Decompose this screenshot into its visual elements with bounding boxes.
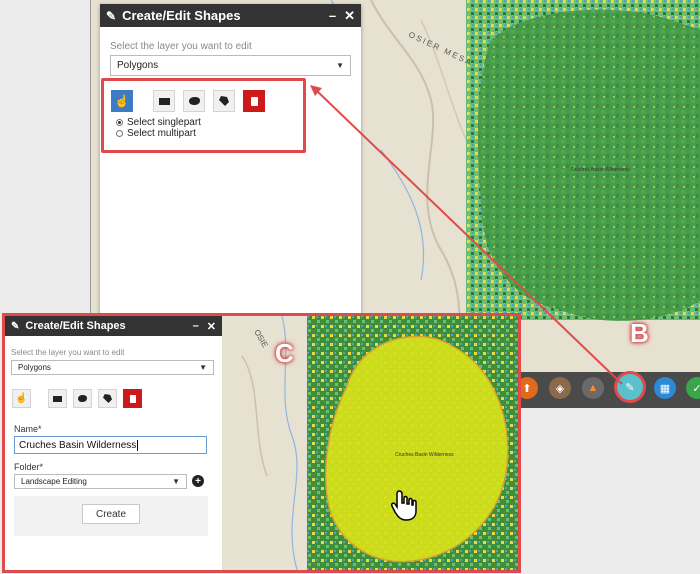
- name-label: Name*: [14, 424, 42, 434]
- delete-tool-button-inset[interactable]: [123, 389, 142, 408]
- layers-icon: ◈: [555, 382, 565, 395]
- select-tool-button-inset[interactable]: ☝: [12, 389, 31, 408]
- folder-select[interactable]: Landscape Editing ▼: [14, 474, 187, 489]
- inset-map[interactable]: [222, 316, 521, 570]
- badge-c: C: [275, 338, 294, 368]
- create-edit-panel-top: ✎ Create/Edit Shapes – ✕ Select the laye…: [100, 4, 361, 315]
- tool-row-inset: ☝: [12, 389, 142, 408]
- panel-header-top: ✎ Create/Edit Shapes – ✕: [100, 4, 361, 27]
- rectangle-tool-button-inset[interactable]: [48, 389, 67, 408]
- fire-icon: ▲: [587, 382, 599, 394]
- trash-icon: [129, 394, 136, 403]
- polygon-icon: [103, 394, 112, 403]
- layer-prompt-inset: Select the layer you want to edit: [11, 348, 125, 357]
- add-folder-button[interactable]: +: [192, 475, 204, 487]
- layer-select-inset[interactable]: Polygons ▼: [11, 360, 214, 375]
- layer-select-value-inset: Polygons: [18, 363, 51, 372]
- toolbar-layers-button[interactable]: ◈: [549, 377, 571, 399]
- minimize-button-inset[interactable]: –: [193, 320, 199, 332]
- freehand-polygon-tool-button-inset[interactable]: [73, 389, 92, 408]
- edit-shapes-icon: ✎: [11, 320, 20, 332]
- create-area: Create: [14, 496, 208, 536]
- badge-b: B: [630, 318, 649, 348]
- polygon-tool-button-inset[interactable]: [98, 389, 117, 408]
- panel-header-inset: ✎ Create/Edit Shapes – ✕: [5, 316, 222, 336]
- name-input-value: Cruches Basin Wilderness: [19, 439, 137, 451]
- chevron-down-icon: ▼: [199, 363, 207, 372]
- create-edit-panel-inset: ✎ Create/Edit Shapes – ✕ Select the laye…: [5, 316, 222, 570]
- toolbar-fire-button[interactable]: ▲: [582, 377, 604, 399]
- upload-icon: ⬆: [522, 382, 532, 395]
- close-button-top[interactable]: ✕: [344, 8, 355, 24]
- pointer-icon: ☝: [15, 393, 28, 404]
- toolbar-grid-button[interactable]: ▦: [654, 377, 676, 399]
- layer-select-value-top: Polygons: [117, 60, 159, 71]
- polygon-label-top: Cruches Basin Wilderness: [571, 167, 630, 173]
- toolbar-edit-shapes-button[interactable]: ✎: [617, 374, 643, 400]
- create-button[interactable]: Create: [82, 504, 140, 524]
- inset-screenshot: OSIE Cruches Basin Wilderness ✎ Create/E…: [2, 313, 521, 573]
- chevron-down-icon: ▼: [336, 61, 344, 70]
- grid-icon: ▦: [659, 382, 671, 395]
- edit-shapes-icon: ✎: [106, 8, 117, 23]
- close-button-inset[interactable]: ✕: [207, 320, 216, 333]
- hand-cursor-icon: [391, 490, 417, 521]
- edit-shapes-icon: ✎: [625, 381, 635, 394]
- tools-highlight-box: [101, 78, 306, 153]
- rectangle-icon: [53, 395, 62, 402]
- chevron-down-icon: ▼: [172, 477, 180, 486]
- blob-icon: [78, 395, 87, 402]
- layer-select-top[interactable]: Polygons ▼: [110, 55, 351, 76]
- name-input[interactable]: Cruches Basin Wilderness: [14, 436, 207, 454]
- text-caret: [137, 439, 139, 451]
- minimize-button-top[interactable]: –: [329, 8, 336, 23]
- panel-title-top: Create/Edit Shapes: [122, 8, 241, 23]
- layer-prompt-top: Select the layer you want to edit: [110, 41, 252, 52]
- check-icon: ✓: [692, 382, 700, 395]
- folder-select-value: Landscape Editing: [21, 477, 87, 486]
- polygon-label-inset: Cruches Basin Wilderness: [395, 452, 454, 458]
- panel-title-inset: Create/Edit Shapes: [25, 320, 126, 332]
- plus-icon: +: [195, 475, 201, 487]
- folder-label: Folder*: [14, 462, 44, 472]
